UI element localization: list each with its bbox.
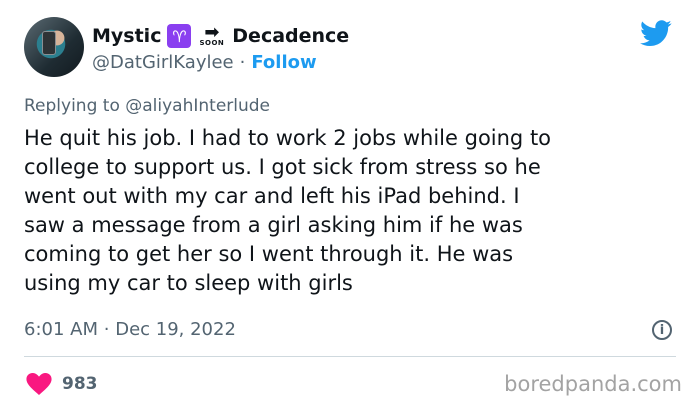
avatar[interactable] <box>24 17 84 77</box>
soon-arrow-icon: ➡ SOON <box>199 21 225 47</box>
handle-row: @DatGirlKaylee · Follow <box>92 50 317 74</box>
tweet-line: He quit his job. I had to work 2 jobs wh… <box>24 126 552 150</box>
like-count: 983 <box>62 374 98 394</box>
tweet-text: He quit his job. I had to work 2 jobs wh… <box>24 124 684 298</box>
follow-button[interactable]: Follow <box>251 52 316 73</box>
author-name-part1: Mystic <box>92 25 162 47</box>
replying-to-mention[interactable]: @aliyahInterlude <box>125 96 270 116</box>
tweet-line: saw a message from a girl asking him if … <box>24 213 523 237</box>
like-button[interactable]: 983 <box>26 372 98 396</box>
author-name-part2: Decadence <box>232 25 350 47</box>
info-icon[interactable]: i <box>652 320 672 340</box>
replying-to: Replying to @aliyahInterlude <box>24 96 270 116</box>
twitter-bird-icon[interactable] <box>640 20 672 47</box>
tweet-time: 6:01 AM <box>24 319 98 340</box>
author-name[interactable]: Mystic ♈ ➡ SOON Decadence <box>92 22 349 50</box>
heart-icon <box>26 373 52 395</box>
watermark: boredpanda.com <box>504 372 682 396</box>
separator: · <box>239 51 246 73</box>
tweet-timestamp[interactable]: 6:01 AM · Dec 19, 2022 <box>24 319 236 340</box>
separator: · <box>103 319 110 340</box>
divider <box>24 356 676 357</box>
soon-label: SOON <box>199 38 225 47</box>
tweet-line: using my car to sleep with girls <box>24 271 353 295</box>
tweet-line: coming to get her so I went through it. … <box>24 242 514 266</box>
aries-icon: ♈ <box>167 24 192 48</box>
tweet-line: college to support us. I got sick from s… <box>24 155 541 179</box>
author-handle[interactable]: @DatGirlKaylee <box>92 52 234 73</box>
replying-to-prefix: Replying to <box>24 96 120 116</box>
tweet-date: Dec 19, 2022 <box>115 319 236 340</box>
tweet-line: went out with my car and left his iPad b… <box>24 184 520 208</box>
